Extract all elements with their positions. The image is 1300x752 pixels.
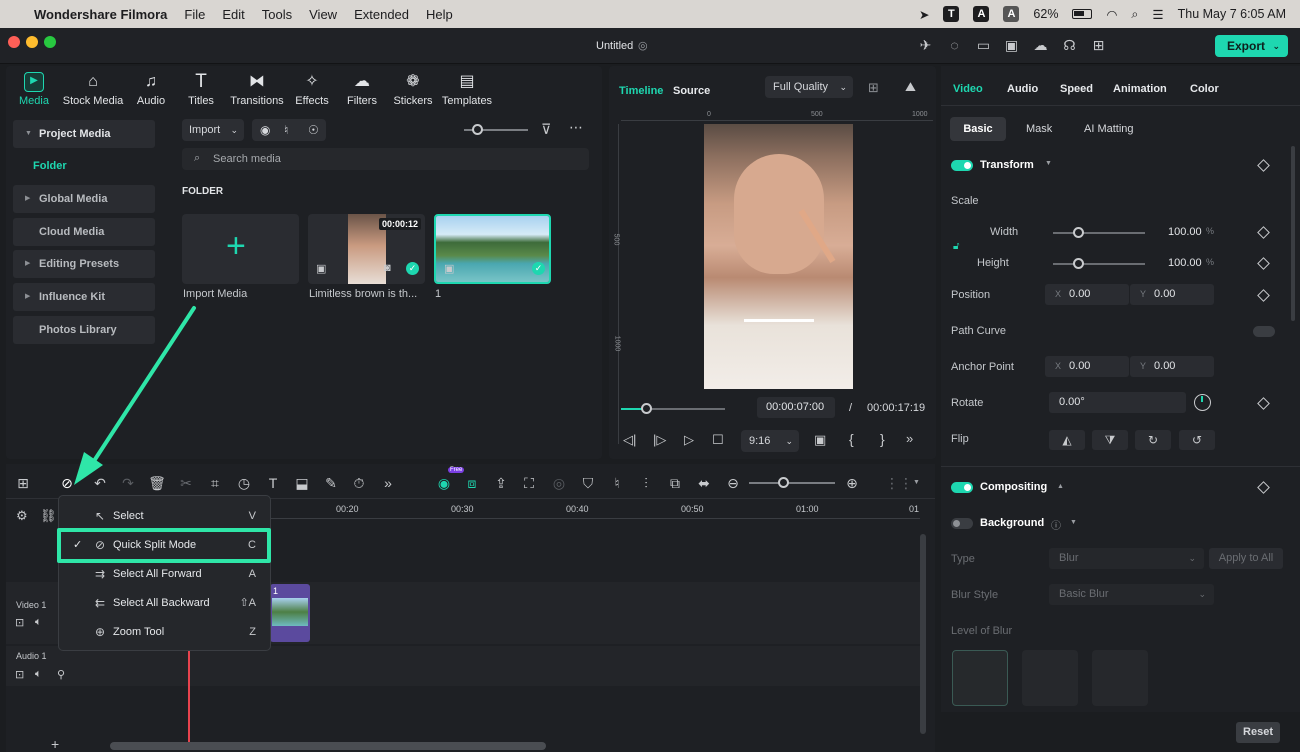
annotation-arrow: [74, 306, 196, 485]
